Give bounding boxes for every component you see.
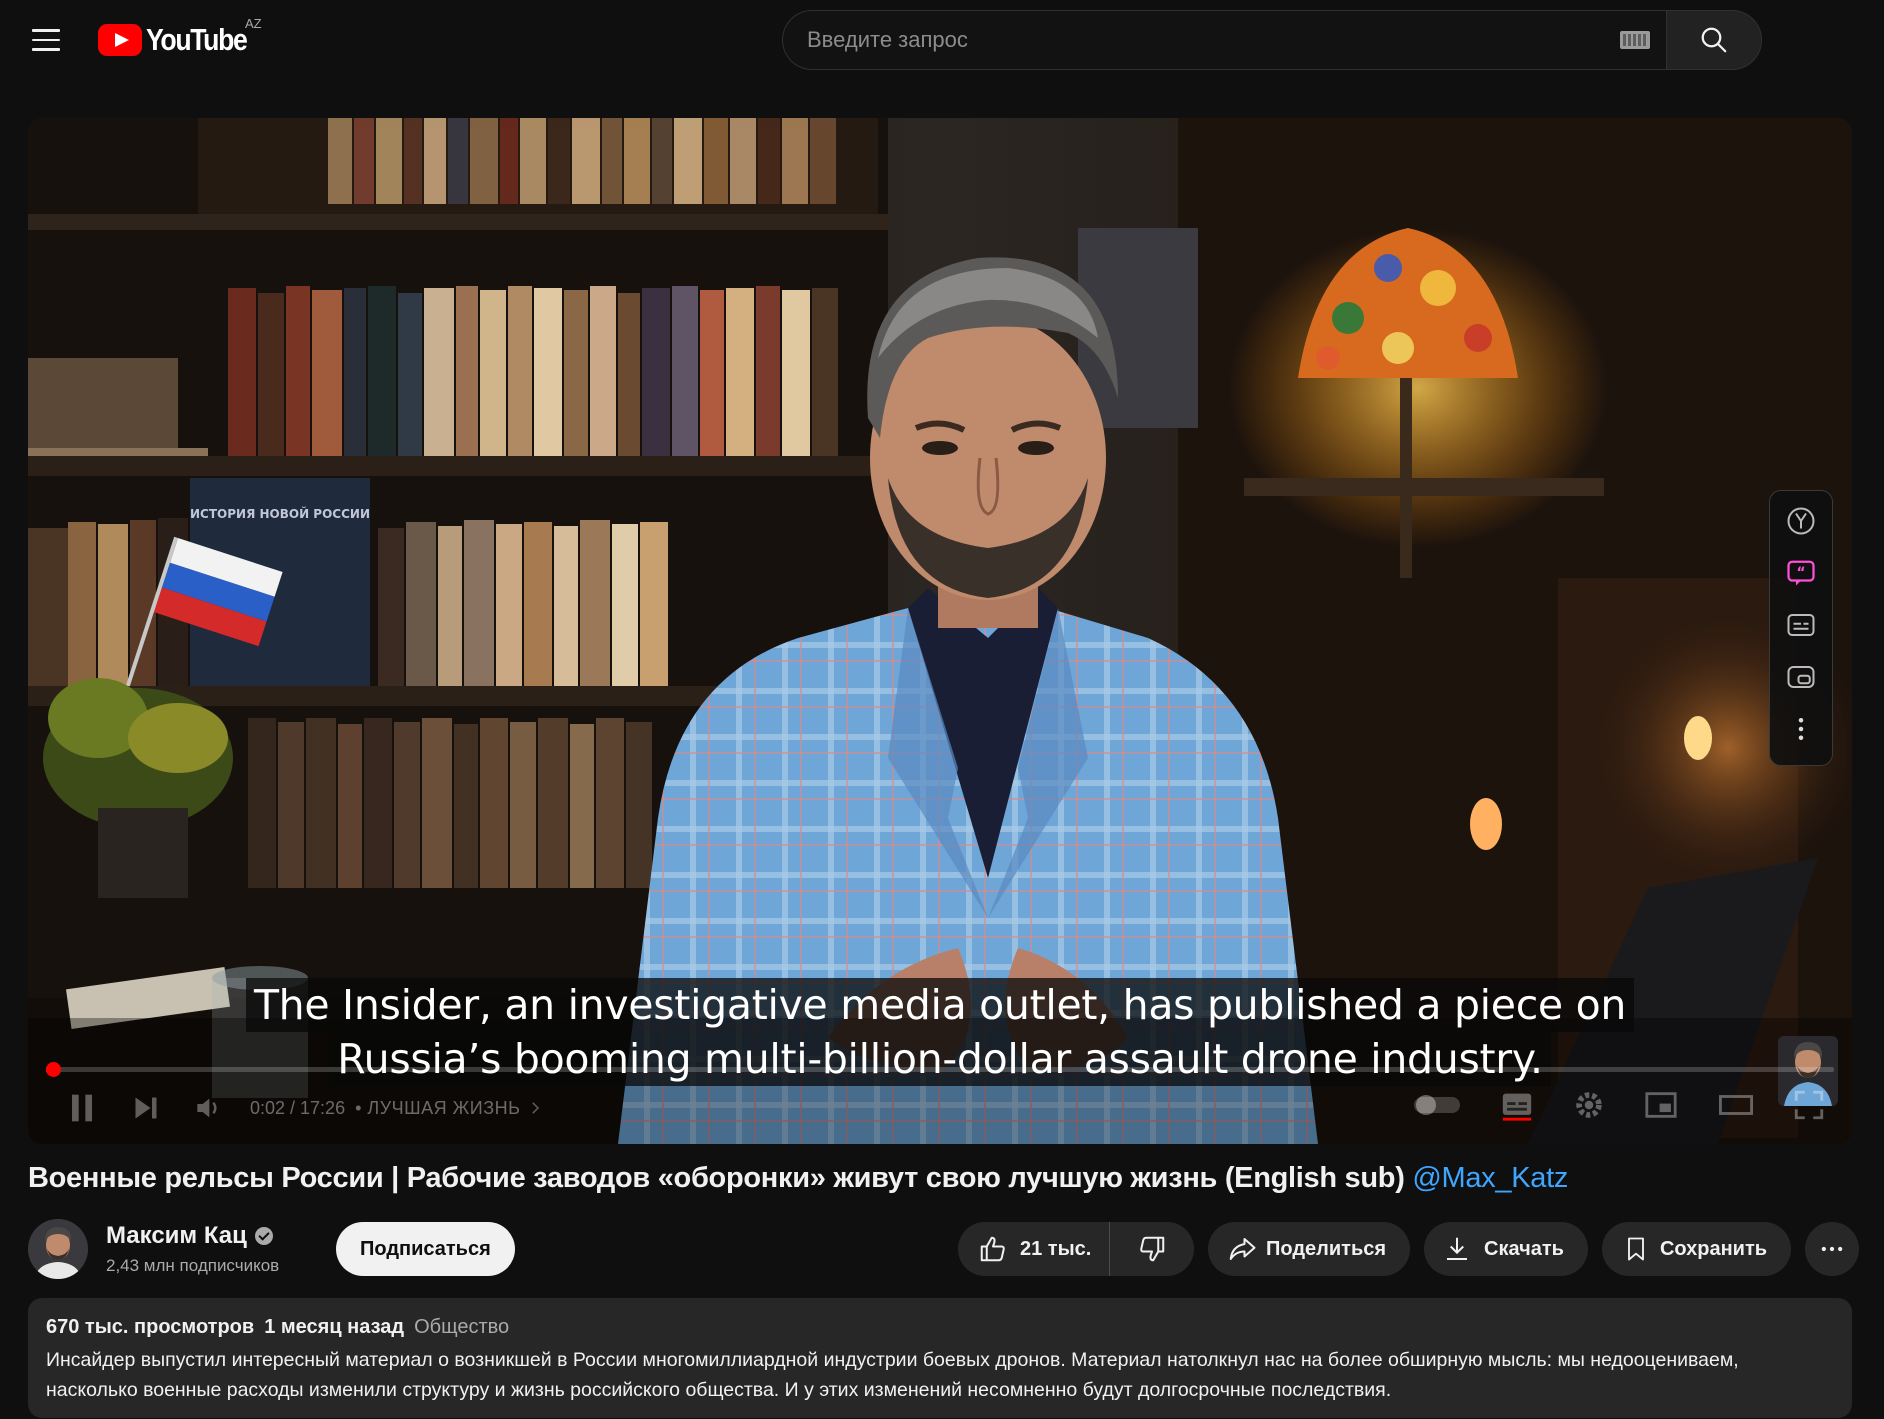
more-horizontal-icon [1821, 1246, 1843, 1252]
miniplayer-icon [1645, 1092, 1677, 1118]
subtitles-icon [1502, 1093, 1532, 1121]
caption-line: The Insider, an investigative media outl… [245, 978, 1635, 1032]
search-box [782, 10, 1666, 70]
book-title: ИСТОРИЯ НОВОЙ РОССИИ [190, 506, 370, 521]
masthead: YouTube AZ [0, 0, 1884, 82]
thumbs-up-icon [980, 1236, 1005, 1262]
search-input[interactable] [807, 27, 1620, 53]
gear-icon [1576, 1092, 1602, 1118]
search-icon [1701, 27, 1727, 53]
progress-bar[interactable] [46, 1062, 1834, 1077]
fullscreen-icon [1794, 1090, 1824, 1120]
category-tag[interactable]: Общество [414, 1316, 509, 1339]
browser-side-panel: “ [1769, 490, 1833, 766]
description-text: Инсайдер выпустил интересный материал о … [46, 1349, 1739, 1401]
channel-info: Максим Кац 2,43 млн подписчиков [106, 1222, 279, 1276]
dislike-button[interactable] [1110, 1222, 1194, 1276]
more-vertical-icon[interactable] [1784, 713, 1818, 745]
channel-name[interactable]: Максим Кац [106, 1222, 247, 1250]
miniplayer-button[interactable] [1642, 1088, 1680, 1122]
menu-icon[interactable] [22, 20, 70, 60]
like-button[interactable]: 21 тыс. [958, 1222, 1111, 1276]
download-button[interactable]: Скачать [1424, 1222, 1588, 1276]
video-player[interactable]: ИСТОРИЯ НОВОЙ РОССИИ “ The Insider, an i… [28, 118, 1852, 1144]
description-meta: 670 тыс. просмотров 1 месяц назад Общест… [46, 1316, 1834, 1339]
next-icon [135, 1097, 157, 1119]
quote-icon[interactable]: “ [1784, 557, 1818, 589]
subscribe-button[interactable]: Подписаться [336, 1222, 515, 1276]
next-button[interactable] [128, 1090, 164, 1126]
volume-button[interactable] [192, 1092, 224, 1124]
settings-button[interactable] [1572, 1088, 1606, 1122]
pause-button[interactable] [62, 1088, 102, 1128]
video-title: Военные рельсы России | Рабочие заводов … [28, 1162, 1568, 1195]
thumbs-down-icon [1140, 1236, 1165, 1262]
view-count: 670 тыс. просмотров [46, 1316, 255, 1338]
pause-icon [72, 1094, 92, 1122]
search-button[interactable] [1666, 10, 1762, 70]
theater-mode-button[interactable] [1716, 1088, 1756, 1122]
share-label: Поделиться [1266, 1237, 1387, 1260]
chapter-title[interactable]: • ЛУЧШАЯ ЖИЗНЬ [355, 1098, 520, 1119]
share-icon [1229, 1238, 1256, 1260]
bookmark-icon [1628, 1237, 1644, 1261]
more-actions-button[interactable] [1805, 1222, 1860, 1276]
autoplay-toggle[interactable] [1412, 1091, 1462, 1119]
controls-right [1412, 1088, 1826, 1122]
theater-mode-icon [1719, 1095, 1753, 1115]
time-display: 0:02 / 17:26 [250, 1097, 346, 1118]
share-button[interactable]: Поделиться [1208, 1222, 1411, 1276]
save-button[interactable]: Сохранить [1601, 1222, 1792, 1276]
chevron-right-icon [532, 1102, 540, 1114]
like-dislike-group: 21 тыс. [958, 1222, 1194, 1276]
region-code: AZ [245, 16, 262, 31]
video-title-text: Военные рельсы России | Рабочие заводов … [28, 1162, 1405, 1194]
subtitles-button[interactable] [1498, 1088, 1536, 1122]
video-actions: 21 тыс. Поделиться Скачать Сохранить [958, 1222, 1860, 1276]
channel-owner: Максим Кац 2,43 млн подписчиков [28, 1218, 279, 1280]
fullscreen-button[interactable] [1792, 1088, 1826, 1122]
yandex-browser-icon[interactable] [1784, 505, 1818, 537]
channel-mention-link[interactable]: @Max_Katz [1412, 1162, 1568, 1194]
upload-date: 1 месяц назад [264, 1316, 405, 1338]
svg-text:“: “ [1796, 565, 1805, 581]
picture-in-picture-icon[interactable] [1784, 661, 1818, 693]
subtitles-icon[interactable] [1784, 609, 1818, 641]
description-box[interactable]: 670 тыс. просмотров 1 месяц назад Общест… [28, 1298, 1852, 1418]
player-controls: 0:02 / 17:26 • ЛУЧШАЯ ЖИЗНЬ [28, 1078, 1852, 1138]
youtube-play-icon [98, 24, 142, 56]
autoplay-icon [1414, 1095, 1460, 1115]
save-label: Сохранить [1659, 1237, 1768, 1260]
search-bar [782, 10, 1762, 70]
subscriber-count: 2,43 млн подписчиков [106, 1256, 280, 1275]
download-icon [1447, 1237, 1468, 1260]
download-label: Скачать [1484, 1237, 1564, 1260]
avatar[interactable] [28, 1219, 88, 1279]
channel-name-row[interactable]: Максим Кац [106, 1222, 279, 1250]
volume-icon [197, 1098, 217, 1118]
keyboard-icon[interactable] [1620, 31, 1650, 49]
youtube-logo[interactable]: YouTube [98, 22, 263, 58]
verified-icon [254, 1227, 273, 1245]
logo-text: YouTube [146, 22, 248, 57]
like-count: 21 тыс. [1020, 1237, 1092, 1260]
